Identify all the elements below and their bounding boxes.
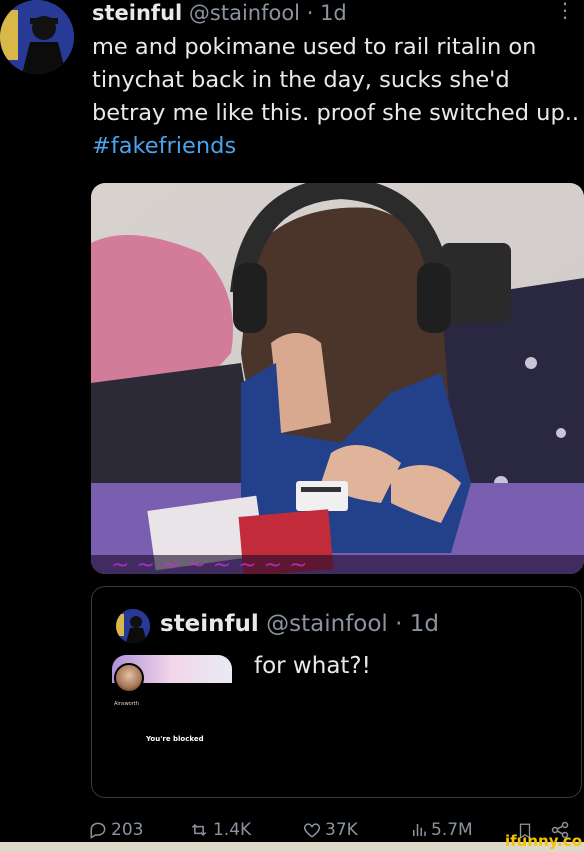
quote-timestamp[interactable]: 1d <box>410 611 439 637</box>
repost-icon <box>188 820 210 840</box>
like-icon <box>302 820 322 840</box>
header-separator: · <box>300 1 321 25</box>
reply-button[interactable]: 203 <box>88 820 143 840</box>
tweet-header: steinful @stainfool · 1d <box>92 0 347 26</box>
quote-separator: · <box>387 611 410 637</box>
like-button[interactable]: 37K <box>302 820 358 840</box>
bottom-strip <box>0 842 584 852</box>
quote-text: for what?! <box>254 653 371 679</box>
author-avatar[interactable] <box>0 0 74 74</box>
views-count: 5.7M <box>431 820 473 840</box>
tweet-body: me and pokimane used to rail ritalin on … <box>92 34 580 126</box>
repost-button[interactable]: 1.4K <box>188 820 251 840</box>
author-handle[interactable]: @stainfool <box>189 1 300 25</box>
blocked-message: You're blocked <box>146 735 204 743</box>
like-count: 37K <box>325 820 358 840</box>
quote-header: steinful @stainfool · 1d <box>160 609 439 639</box>
svg-text:~ ~ ~ ~ ~ ~ ~ ~: ~ ~ ~ ~ ~ ~ ~ ~ <box>111 553 307 574</box>
quote-display-name[interactable]: steinful <box>160 611 259 637</box>
reply-count: 203 <box>111 820 144 840</box>
author-display-name[interactable]: steinful <box>92 1 182 25</box>
reply-icon <box>88 820 108 840</box>
tweet-timestamp[interactable]: 1d <box>320 1 347 25</box>
repost-count: 1.4K <box>213 820 252 840</box>
hashtag-link[interactable]: #fakefriends <box>92 133 236 159</box>
tweet-photo[interactable]: ~ ~ ~ ~ ~ ~ ~ ~ <box>91 183 584 574</box>
profile-avatar <box>114 663 144 693</box>
tweet-text: me and pokimane used to rail ritalin on … <box>92 31 582 163</box>
views-button[interactable]: 5.7M <box>410 820 473 840</box>
quote-media-thumbnail[interactable]: Ainsworth You're blocked <box>112 655 238 781</box>
views-icon <box>410 820 428 840</box>
quoted-tweet[interactable]: steinful @stainfool · 1d for what?! Ains… <box>91 586 582 798</box>
more-icon[interactable]: ⋮ <box>555 0 575 22</box>
watermark: ifunny.co <box>505 832 582 850</box>
quote-handle[interactable]: @stainfool <box>266 611 388 637</box>
profile-name: Ainsworth <box>114 701 139 707</box>
quote-author-avatar[interactable] <box>116 609 150 643</box>
